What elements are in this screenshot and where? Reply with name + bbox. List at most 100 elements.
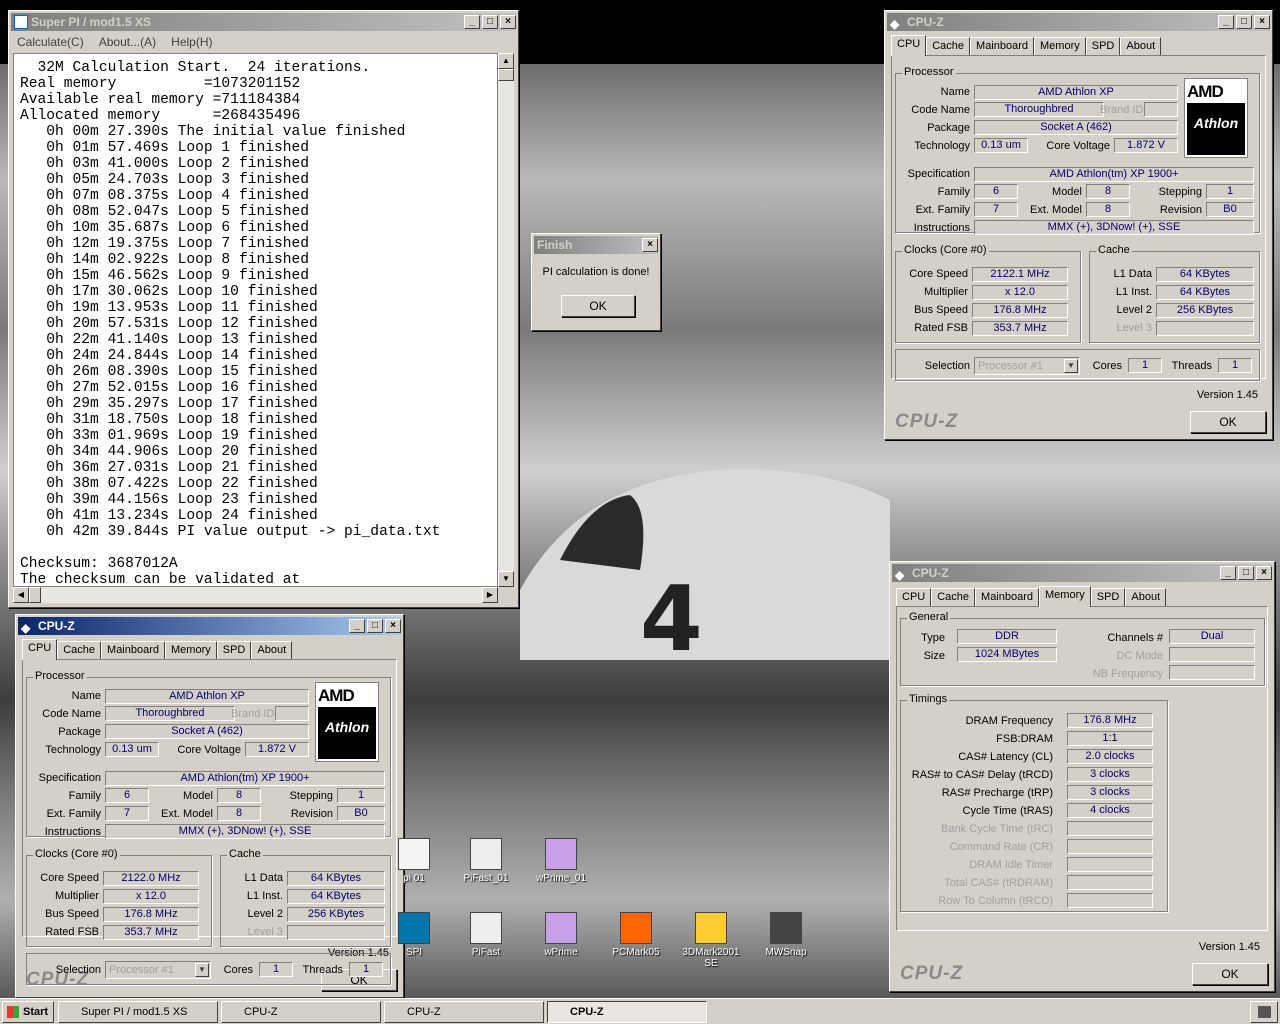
tab-spd[interactable]: SPD (1090, 588, 1126, 606)
core-speed-label: Core Speed (909, 268, 968, 280)
desktop-icon[interactable]: 3DMark2001 SE (675, 912, 747, 969)
taskbar-item-cpuz-1[interactable]: CPU-Z (221, 1001, 381, 1023)
desktop-icon[interactable]: wPrime_01 (525, 838, 597, 884)
scroll-thumb[interactable] (498, 69, 514, 81)
tab-cache[interactable]: Cache (931, 588, 976, 606)
model-value: 8 (1086, 184, 1130, 199)
dropdown-arrow-icon[interactable]: ▼ (195, 963, 209, 977)
menu-help[interactable]: Help(H) (165, 35, 218, 49)
finish-dialog[interactable]: Finish × PI calculation is done! OK (531, 233, 661, 331)
scroll-down-arrow[interactable]: ▼ (498, 571, 514, 587)
stepping-value: 1 (337, 788, 385, 803)
tab-spd[interactable]: SPD (216, 641, 252, 659)
bus-speed-label: Bus Speed (914, 304, 968, 316)
technology-value: 0.13 um (974, 138, 1028, 153)
cpuz-window-cpu-top[interactable]: ◆ CPU-Z _ □ × CPU Cache Mainboard Memory SPD… (884, 10, 1273, 440)
finish-titlebar[interactable]: Finish × (534, 236, 658, 254)
processor-select[interactable]: Processor #1 ▼ (105, 961, 211, 979)
cpuz-titlebar[interactable]: ◆ CPU-Z _ □ × (887, 13, 1270, 31)
minimize-button[interactable]: _ (464, 15, 480, 29)
race-car-photo: 4 (520, 469, 890, 660)
taskbar-item-label: CPU-Z (244, 1006, 278, 1018)
desktop-icon[interactable]: PCMark05 (600, 912, 672, 958)
scroll-thumb-h[interactable] (29, 587, 41, 603)
ok-button[interactable]: OK (1190, 411, 1266, 433)
cpuz-window-cpu-bottom[interactable]: ◆ CPU-Z _ □ × CPU Cache Mainboard Memory SPD… (15, 614, 404, 998)
ok-button[interactable]: OK (1192, 963, 1268, 985)
close-button[interactable]: × (642, 238, 658, 252)
tab-memory[interactable]: Memory (1039, 586, 1091, 607)
desktop-icon[interactable]: wPrime (525, 912, 597, 958)
tab-cpu[interactable]: CPU (896, 588, 932, 606)
cpuz-titlebar[interactable]: ◆ CPU-Z _ □ × (18, 617, 401, 635)
close-button[interactable]: × (500, 15, 516, 29)
level2-label: Level 2 (247, 908, 283, 920)
menu-about[interactable]: About...(A) (93, 35, 162, 49)
specification-label: Specification (38, 772, 101, 784)
scroll-right-arrow[interactable]: ▶ (482, 587, 498, 603)
taskbar-item-cpuz-3[interactable]: CPU-Z (547, 1001, 707, 1023)
superpi-window[interactable]: Super PI / mod1.5 XS _ □ × Calculate(C) … (8, 10, 519, 608)
tab-about[interactable]: About (251, 641, 293, 659)
tab-cpu[interactable]: CPU (22, 639, 58, 660)
tab-mainboard[interactable]: Mainboard (101, 641, 166, 659)
bus-speed-label: Bus Speed (45, 908, 99, 920)
superpi-output-log[interactable]: 32M Calculation Start. 24 iterations. Rea… (13, 53, 498, 587)
desktop-icon[interactable]: pi 01 (378, 838, 450, 884)
log-line: The checksum can be validated at (20, 572, 301, 587)
desktop-icon-label: wPrime (544, 947, 578, 958)
tab-mainboard[interactable]: Mainboard (970, 37, 1035, 55)
tab-memory[interactable]: Memory (1034, 37, 1086, 55)
cycle-time-label: Cycle Time (tRAS) (962, 805, 1053, 817)
close-button[interactable]: × (1256, 566, 1272, 580)
tab-mainboard[interactable]: Mainboard (975, 588, 1040, 606)
desktop-icon[interactable]: SPI (378, 912, 450, 958)
minimize-button[interactable]: _ (1220, 566, 1236, 580)
cpuz-app-icon: ◆ (21, 621, 31, 635)
finish-message: PI calculation is done! (542, 266, 650, 278)
cpuz-window-memory[interactable]: ◆ CPU-Z _ □ × CPU Cache Mainboard Memory SPD… (889, 561, 1275, 992)
shortcut-icon (770, 912, 802, 944)
processor-select[interactable]: Processor #1 ▼ (974, 357, 1080, 375)
close-button[interactable]: × (385, 619, 401, 633)
horizontal-scrollbar[interactable]: ◀ ▶ (13, 587, 498, 603)
superpi-titlebar[interactable]: Super PI / mod1.5 XS _ □ × (11, 13, 516, 31)
maximize-button[interactable]: □ (367, 619, 383, 633)
network-tray-icon[interactable] (1258, 1006, 1271, 1018)
close-button[interactable]: × (1254, 15, 1270, 29)
shortcut-icon (398, 838, 430, 870)
tab-cache[interactable]: Cache (57, 641, 102, 659)
cpuz-titlebar[interactable]: ◆ CPU-Z _ □ × (892, 564, 1272, 582)
maximize-button[interactable]: □ (1236, 15, 1252, 29)
minimize-button[interactable]: _ (1218, 15, 1234, 29)
tab-cpu[interactable]: CPU (891, 35, 927, 56)
maximize-button[interactable]: □ (482, 15, 498, 29)
cores-label: Cores (1092, 360, 1122, 372)
minimize-button[interactable]: _ (349, 619, 365, 633)
scroll-up-arrow[interactable]: ▲ (498, 53, 514, 69)
dropdown-arrow-icon[interactable]: ▼ (1064, 359, 1078, 373)
ras-precharge-label: RAS# Precharge (tRP) (941, 787, 1053, 799)
technology-value: 0.13 um (105, 742, 159, 757)
tab-memory[interactable]: Memory (165, 641, 217, 659)
vertical-scrollbar[interactable]: ▲ ▼ (498, 53, 514, 587)
cores-value: 1 (1128, 358, 1162, 373)
family-value: 6 (974, 184, 1018, 199)
start-button[interactable]: Start (2, 1001, 54, 1023)
tab-cache[interactable]: Cache (926, 37, 971, 55)
log-line: Real memory =1073201152 (20, 76, 301, 92)
desktop-icon[interactable]: MWSnap (750, 912, 822, 958)
taskbar-item-cpuz-2[interactable]: CPU-Z (384, 1001, 544, 1023)
tab-about[interactable]: About (1120, 37, 1162, 55)
tab-about[interactable]: About (1125, 588, 1167, 606)
log-line: Available real memory =711184384 (20, 92, 301, 108)
tab-spd[interactable]: SPD (1085, 37, 1121, 55)
taskbar-item-superpi[interactable]: Super PI / mod1.5 XS (58, 1001, 218, 1023)
menu-calculate[interactable]: Calculate(C) (11, 35, 90, 49)
scroll-left-arrow[interactable]: ◀ (13, 587, 29, 603)
maximize-button[interactable]: □ (1238, 566, 1254, 580)
desktop-icon[interactable]: PiFast (450, 912, 522, 958)
desktop-icon[interactable]: PiFast_01 (450, 838, 522, 884)
finish-ok-button[interactable]: OK (561, 295, 635, 317)
specification-label: Specification (907, 168, 970, 180)
